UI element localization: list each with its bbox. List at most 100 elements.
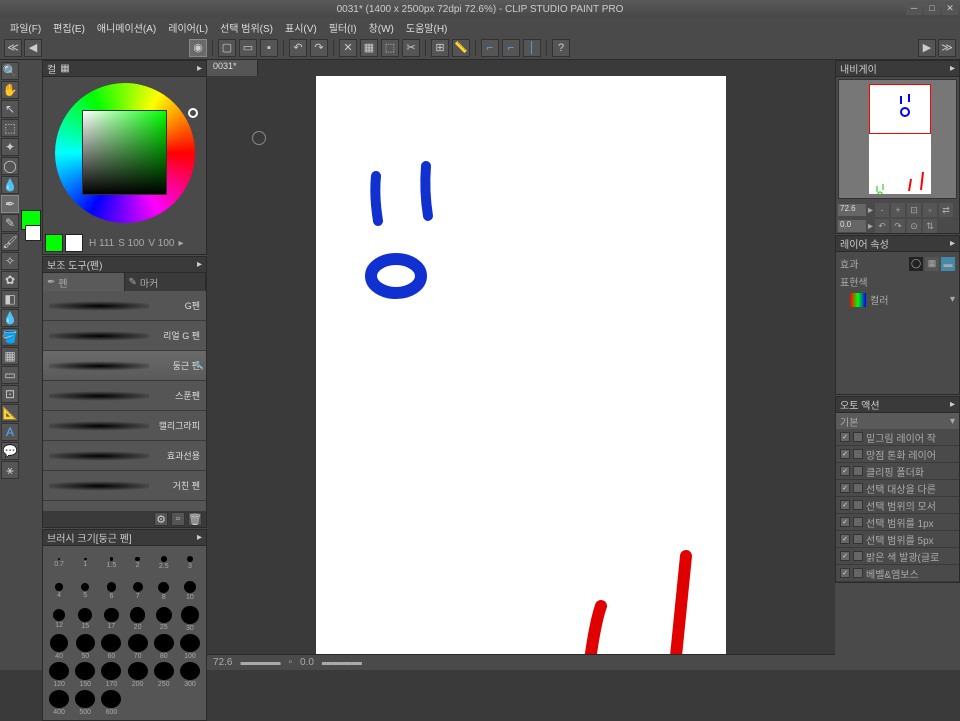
save-icon[interactable]: ▪ (260, 39, 278, 57)
action-play-icon[interactable] (853, 517, 863, 527)
size-cell[interactable]: 1 (73, 550, 97, 576)
flip-h-icon[interactable]: ⇄ (939, 203, 953, 217)
clip-studio-icon[interactable]: ◉ (189, 39, 207, 57)
menu-window[interactable]: 창(W) (363, 18, 400, 36)
action-set-arrow-icon[interactable]: ▾ (950, 416, 955, 427)
action-menu-icon[interactable]: ▸ (950, 399, 955, 410)
correction-tool-icon[interactable]: ⚹ (1, 461, 19, 479)
size-menu-icon[interactable]: ▸ (197, 532, 202, 543)
size-cell[interactable]: 1.5 (99, 550, 123, 576)
size-cell[interactable]: 20 (125, 606, 149, 632)
action-play-icon[interactable] (853, 449, 863, 459)
hsv-arrow-icon[interactable]: ▸ (178, 238, 183, 249)
doc-tab[interactable]: 0031* (207, 60, 258, 76)
menu-animation[interactable]: 애니메이션(A) (91, 18, 162, 36)
ruler-icon[interactable]: 📏 (452, 39, 470, 57)
hue-picker-icon[interactable] (188, 108, 198, 118)
brush-item[interactable]: 리얼 G 펜 (43, 321, 206, 351)
menu-file[interactable]: 파일(F) (4, 18, 47, 36)
brush-item[interactable]: 둥근 펜🔧 (43, 351, 206, 381)
help-icon[interactable]: ? (552, 39, 570, 57)
ruler-tool-icon[interactable]: 📐 (1, 404, 19, 422)
nav-tab[interactable]: 내비게이 (840, 61, 877, 76)
effect-border-icon[interactable]: ◯ (909, 257, 923, 271)
size-cell[interactable]: 50 (73, 634, 97, 660)
size-cell[interactable]: 80 (152, 634, 176, 660)
size-cell[interactable]: 70 (125, 634, 149, 660)
action-play-icon[interactable] (853, 466, 863, 476)
actual-icon[interactable]: ▫ (923, 203, 937, 217)
swatch-bg[interactable] (65, 234, 83, 252)
pencil-tool-icon[interactable]: ✎ (1, 214, 19, 232)
size-cell[interactable]: 2.5 (152, 550, 176, 576)
gradient-tool-icon[interactable]: ▦ (1, 347, 19, 365)
size-cell[interactable]: 3 (178, 550, 202, 576)
action-item[interactable]: ✓선택 대상을 다른 (836, 480, 959, 497)
menu-filter[interactable]: 필터(I) (323, 18, 363, 36)
size-cell[interactable]: 200 (125, 662, 149, 688)
nav-zoom-value[interactable]: 72.6 (838, 204, 866, 216)
effect-color-icon[interactable]: ▬ (941, 257, 955, 271)
size-cell[interactable]: 5 (73, 578, 97, 604)
color-mode-label[interactable]: 컬러 (870, 292, 888, 307)
action-item[interactable]: ✓베벨&엠보스 (836, 565, 959, 582)
brush-size-grid[interactable]: 0.711.522.534567810121517202530405060708… (43, 546, 206, 720)
action-play-icon[interactable] (853, 500, 863, 510)
action-check-icon[interactable]: ✓ (840, 534, 850, 544)
bg-color-swatch[interactable] (25, 225, 41, 241)
menu-help[interactable]: 도움말(H) (400, 18, 453, 36)
action-play-icon[interactable] (853, 551, 863, 561)
canvas-viewport[interactable] (207, 76, 835, 654)
palette-icon[interactable]: ▦ (60, 63, 69, 74)
size-cell[interactable]: 25 (152, 606, 176, 632)
size-cell[interactable]: 100 (178, 634, 202, 660)
action-check-icon[interactable]: ✓ (840, 500, 850, 510)
size-cell[interactable]: 10 (178, 578, 202, 604)
snap2-icon[interactable]: ⌐ (502, 39, 520, 57)
rot-cw-icon[interactable]: ↷ (891, 219, 905, 233)
brush-item[interactable]: 스푼펜 (43, 381, 206, 411)
panel-toggle-right-icon[interactable]: ▶ (918, 39, 936, 57)
size-cell[interactable]: 30 (178, 606, 202, 632)
menu-layer[interactable]: 레이어(L) (162, 18, 214, 36)
grid-icon[interactable]: ⊞ (431, 39, 449, 57)
swatch-fg[interactable] (45, 234, 63, 252)
zoom-tool-icon[interactable]: 🔍 (1, 62, 19, 80)
action-item[interactable]: ✓밝은 색 발광(글로 (836, 548, 959, 565)
flip-v-icon[interactable]: ⇅ (923, 219, 937, 233)
redo-icon[interactable]: ↷ (310, 39, 328, 57)
panel-toggle-left-icon[interactable]: ≪ (4, 39, 22, 57)
subtool-tab-marker[interactable]: ✎마커 (125, 273, 207, 291)
size-cell[interactable]: 4 (47, 578, 71, 604)
close-button[interactable]: ✕ (942, 1, 958, 15)
text-tool-icon[interactable]: A (1, 423, 19, 441)
snap3-icon[interactable]: │ (523, 39, 541, 57)
transform-icon[interactable]: ⬚ (381, 39, 399, 57)
zoom-in-icon[interactable]: + (891, 203, 905, 217)
select-tool-icon[interactable]: ⬚ (1, 119, 19, 137)
minimize-button[interactable]: ─ (906, 1, 922, 15)
brush-delete-icon[interactable]: 🗑 (188, 512, 202, 526)
size-cell[interactable]: 60 (99, 634, 123, 660)
zoom-out-icon[interactable]: - (875, 203, 889, 217)
size-cell[interactable]: 170 (99, 662, 123, 688)
layerprop-tab[interactable]: 레이어 속성 (840, 236, 889, 251)
size-cell[interactable]: 300 (178, 662, 202, 688)
action-play-icon[interactable] (853, 568, 863, 578)
size-cell[interactable]: 500 (73, 690, 97, 716)
color-wheel[interactable] (55, 83, 195, 223)
action-tab[interactable]: 오토 액션 (840, 397, 880, 412)
balloon-tool-icon[interactable]: 💬 (1, 442, 19, 460)
action-list[interactable]: ✓밑그림 레이어 작✓망점 톤화 레이어✓클리핑 폴더화✓선택 대상을 다른✓선… (836, 429, 959, 582)
nav-angle-value[interactable]: 0.0 (838, 220, 866, 232)
size-cell[interactable]: 8 (152, 578, 176, 604)
size-cell[interactable]: 150 (73, 662, 97, 688)
action-check-icon[interactable]: ✓ (840, 432, 850, 442)
color-mode-icon[interactable] (850, 293, 866, 307)
size-cell[interactable]: 40 (47, 634, 71, 660)
size-cell[interactable]: 6 (99, 578, 123, 604)
panel-menu-icon[interactable]: ▸ (197, 63, 202, 74)
rot-reset-icon[interactable]: ⊙ (907, 219, 921, 233)
brush-item[interactable]: 캘리그라피 (43, 411, 206, 441)
action-check-icon[interactable]: ✓ (840, 568, 850, 578)
